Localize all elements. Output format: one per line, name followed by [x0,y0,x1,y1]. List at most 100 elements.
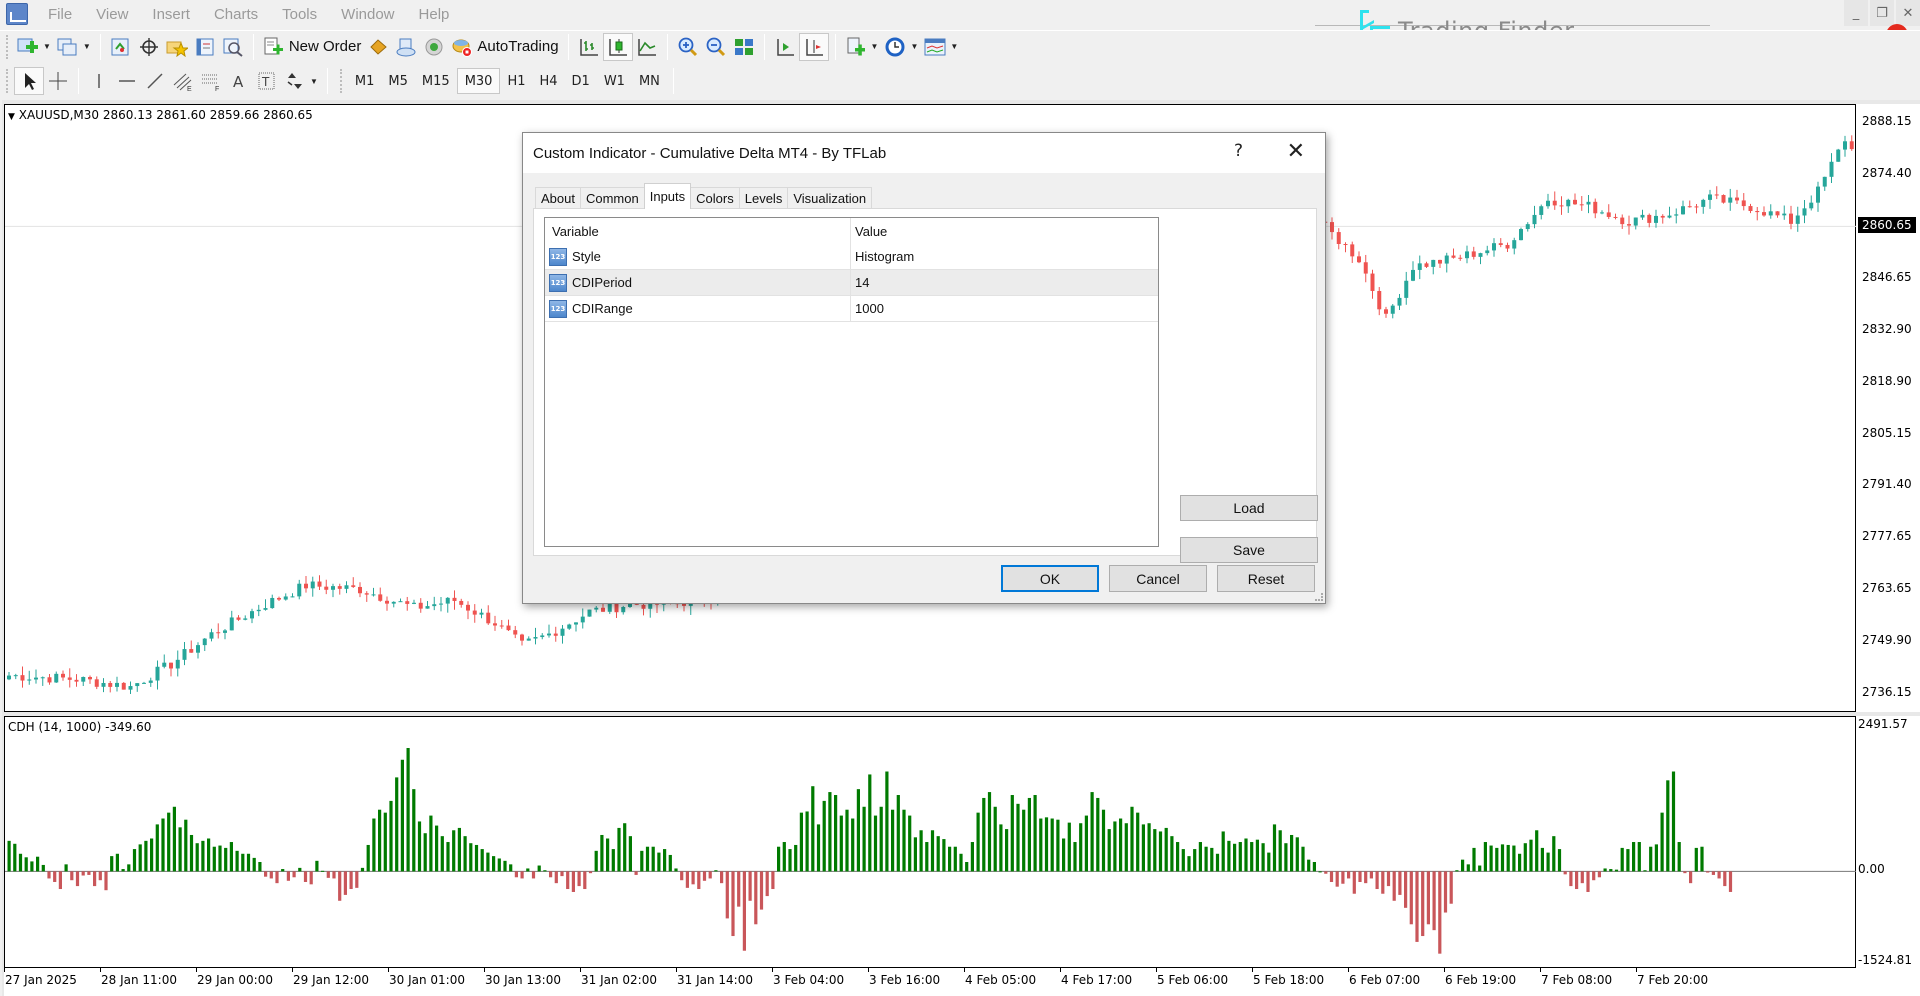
timeframe-h1[interactable]: H1 [500,68,532,94]
histogram-bar [121,869,125,872]
dialog-titlebar[interactable]: Custom Indicator - Cumulative Delta MT4 … [523,133,1325,173]
arrows-button[interactable]: ▼ [281,67,321,95]
horizontal-line-button[interactable] [113,67,141,95]
equidistant-channel-button[interactable]: E [169,67,197,95]
templates-button[interactable]: ▼ [921,33,961,61]
candle [297,579,302,600]
vertical-line-button[interactable] [85,67,113,95]
minimize-button[interactable]: _ [1844,0,1868,26]
candle-body [169,662,173,669]
restore-button[interactable]: ❐ [1870,0,1894,26]
profiles-button[interactable]: ▼ [54,33,94,61]
histogram-bar [1079,823,1083,872]
tab-common[interactable]: Common [579,187,645,209]
tab-visualization[interactable]: Visualization [787,187,873,209]
menu-insert[interactable]: Insert [140,6,202,23]
column-header-variable[interactable]: Variable [545,218,851,244]
indicator-axis[interactable]: 2491.57 0.00 -1524.81 [1856,716,1920,968]
terminal-button[interactable] [191,33,219,61]
histogram-bar [1290,834,1294,872]
trendline-button[interactable] [141,67,169,95]
bar-chart-button[interactable] [575,33,603,61]
value-cell[interactable]: 14 [851,270,1158,295]
collapse-triangle-icon[interactable]: ▼ [8,112,15,122]
tab-about[interactable]: About [535,187,581,209]
input-row-cdiperiod[interactable]: 123 CDIPeriod 14 [545,270,1158,296]
tab-levels[interactable]: Levels [738,187,789,209]
zoom-out-button[interactable] [702,33,730,61]
indicators-button[interactable]: ▼ [842,33,882,61]
save-button[interactable]: Save [1180,537,1318,563]
price-axis[interactable]: 2888.15 2874.40 2860.65 2846.65 2832.90 2818.… [1856,104,1920,712]
cancel-button[interactable]: Cancel [1109,565,1207,592]
timeframe-m5[interactable]: M5 [381,68,415,94]
zoom-in-button[interactable] [674,33,702,61]
indicator-pane[interactable]: CDH (14, 1000) -349.60 [4,716,1857,968]
timeframe-d1[interactable]: D1 [565,68,597,94]
text-tool-button[interactable]: A [225,67,253,95]
candle [1552,191,1557,210]
new-order-button[interactable]: New Order [260,33,365,61]
autotrading-button[interactable]: AutoTrading [448,33,561,61]
tile-windows-button[interactable] [730,33,758,61]
input-row-style[interactable]: 123 Style Histogram [545,244,1158,270]
timeframe-m1[interactable]: M1 [348,68,382,94]
crosshair-tool-button[interactable] [44,67,72,95]
timeframe-mn[interactable]: MN [632,68,667,94]
text-label-button[interactable]: T [253,67,281,95]
close-dialog-button[interactable]: ✕ [1287,139,1305,164]
histogram-bar [606,838,610,872]
signals-button[interactable] [392,33,420,61]
candle [142,681,146,684]
strategy-tester-button[interactable] [219,33,247,61]
fibonacci-button[interactable]: F [197,67,225,95]
candle [506,619,511,632]
vps-button[interactable] [420,33,448,61]
candlestick-chart-button[interactable] [602,32,633,61]
cursor-tool-button[interactable] [14,67,44,95]
candle-body [47,677,52,683]
tab-colors[interactable]: Colors [690,187,740,209]
input-row-cdirange[interactable]: 123 CDIRange 1000 [545,296,1158,322]
navigator-button[interactable] [163,33,191,61]
resize-grip[interactable] [1315,593,1323,601]
timeframe-w1[interactable]: W1 [597,68,632,94]
menu-tools[interactable]: Tools [270,6,329,23]
chart-shift-button[interactable] [798,32,829,61]
toolbar-grip[interactable] [339,69,344,93]
toolbar-grip[interactable] [6,69,10,93]
value-cell[interactable]: 1000 [851,296,1158,321]
timeframe-m15[interactable]: M15 [415,68,457,94]
candle-body [607,602,612,612]
timeframe-h4[interactable]: H4 [533,68,565,94]
reset-button[interactable]: Reset [1217,565,1315,592]
candle [1330,217,1334,240]
new-chart-button[interactable]: ▼ [14,33,54,61]
candle [533,627,538,645]
candle-body [418,602,423,609]
metaquotes-market-button[interactable] [364,33,392,61]
periods-button[interactable]: ▼ [881,33,921,61]
column-header-value[interactable]: Value [851,218,1158,244]
autoscroll-button[interactable] [771,33,799,61]
timeframe-m30[interactable]: M30 [456,68,501,94]
menu-help[interactable]: Help [407,6,462,23]
value-cell[interactable]: Histogram [851,244,1158,269]
menu-view[interactable]: View [84,6,140,23]
line-chart-button[interactable] [633,33,661,61]
menu-charts[interactable]: Charts [202,6,270,23]
time-axis[interactable]: 27 Jan 2025 28 Jan 11:00 29 Jan 00:00 29 Ja… [4,968,1920,996]
market-watch-button[interactable] [107,33,135,61]
toolbar-grip[interactable] [6,34,10,59]
candle [1789,205,1793,230]
close-window-button[interactable]: ✕ [1896,0,1920,26]
vertical-line-icon [88,71,110,91]
data-window-button[interactable] [135,33,163,61]
menu-file[interactable]: File [36,6,84,23]
menu-window[interactable]: Window [329,6,406,23]
histogram-bar [577,871,581,887]
tab-inputs[interactable]: Inputs [643,183,692,209]
load-button[interactable]: Load [1180,495,1318,521]
ok-button[interactable]: OK [1001,565,1099,592]
help-button[interactable]: ? [1234,141,1243,161]
